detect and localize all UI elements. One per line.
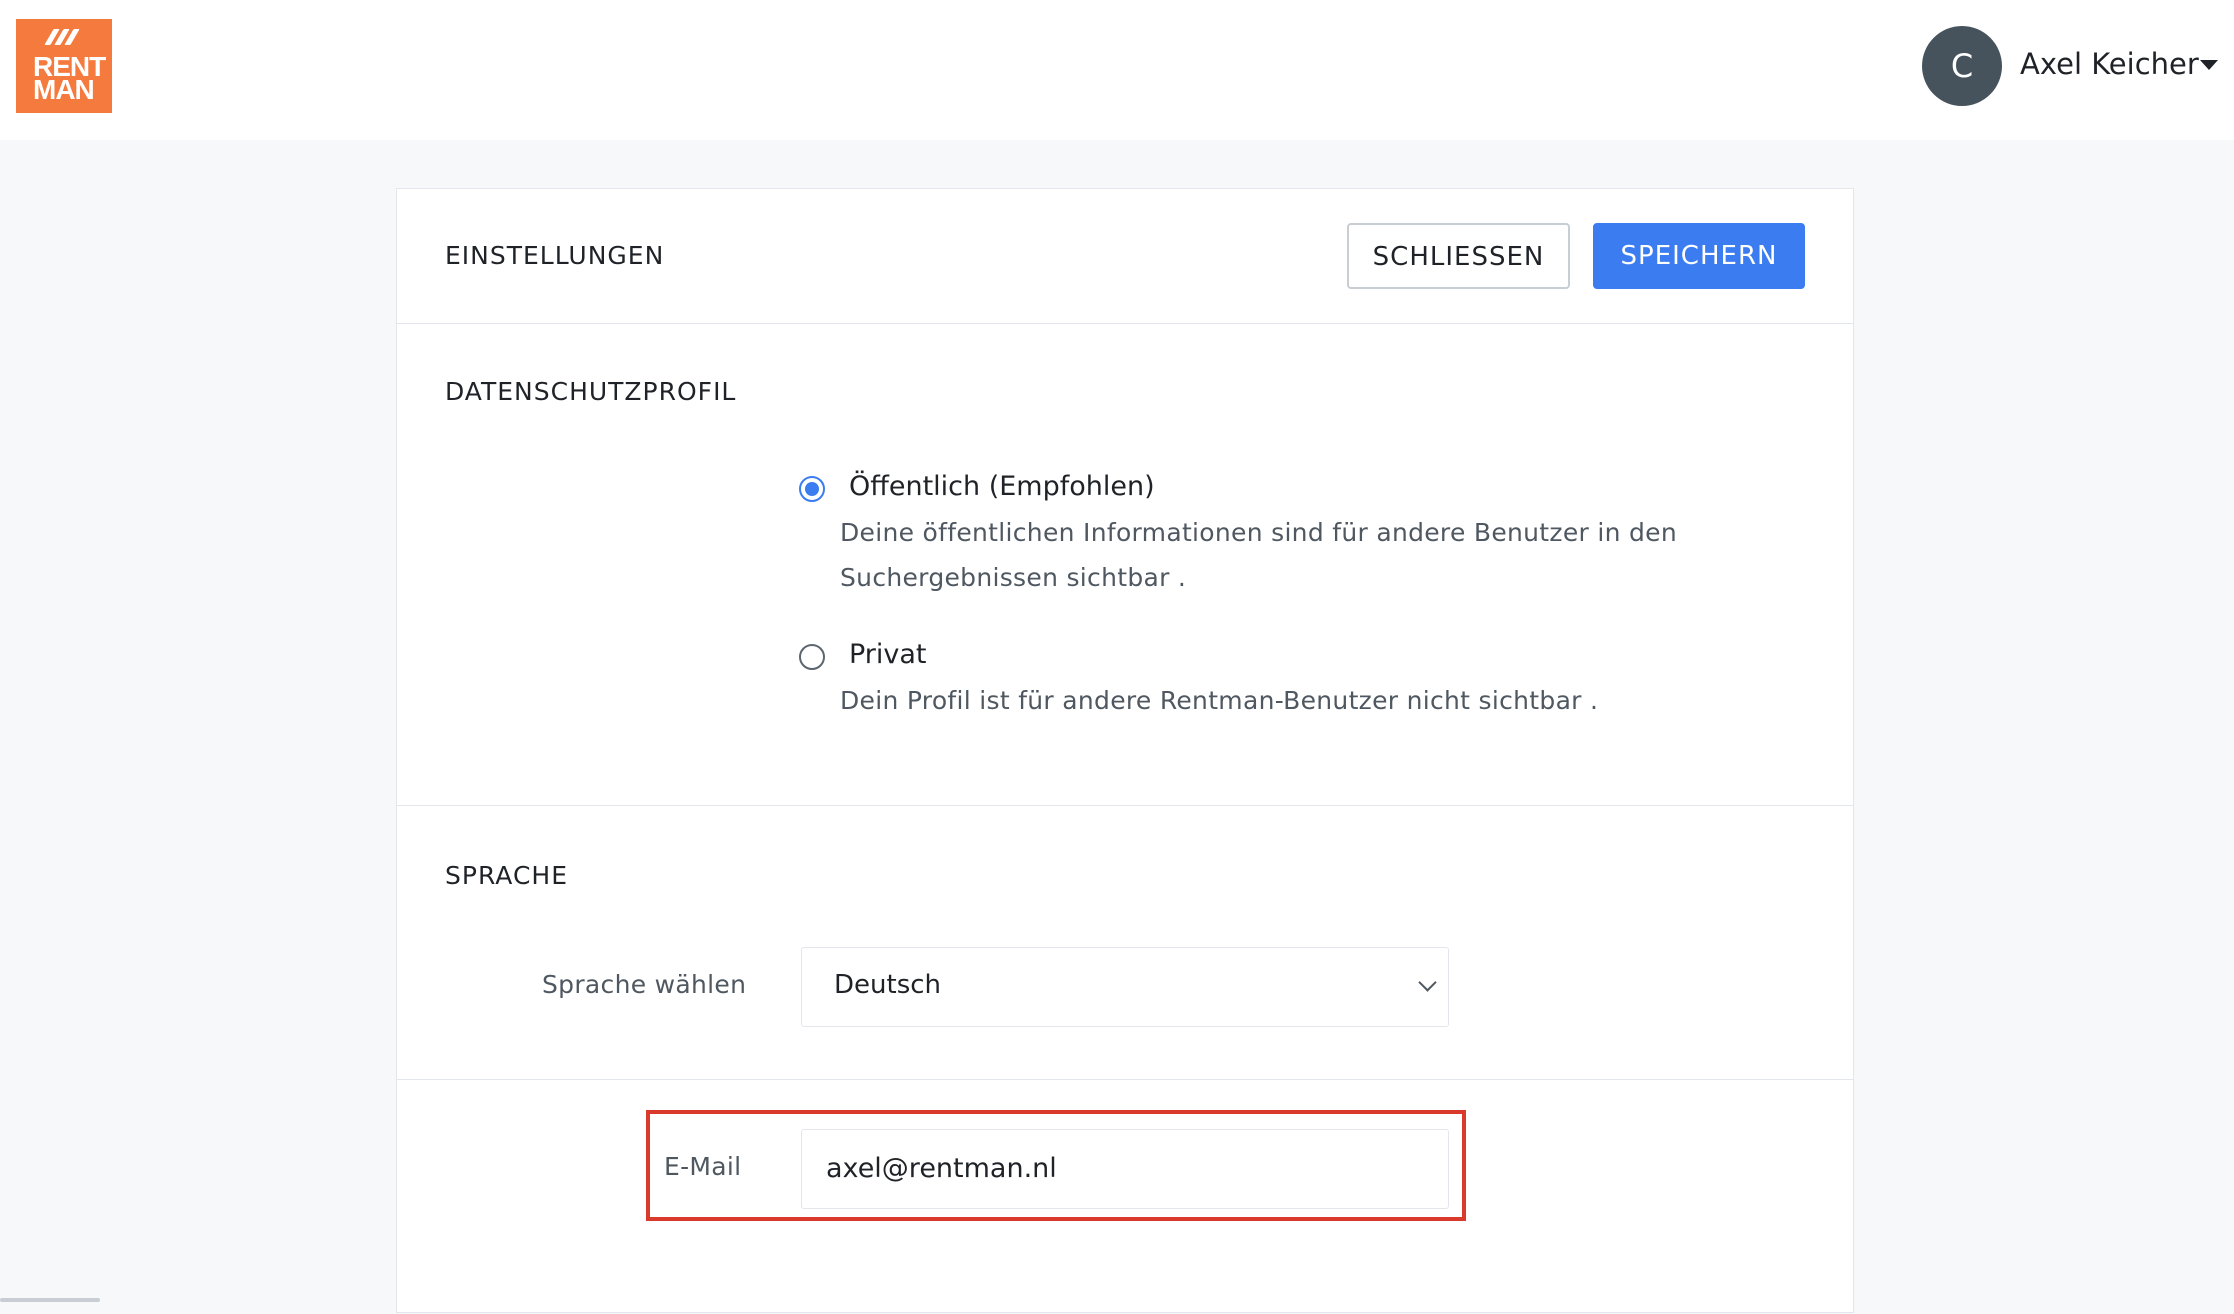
privacy-section: DATENSCHUTZPROFIL Öffentlich (Empfohlen)… — [397, 323, 1853, 806]
logo-marks-icon — [44, 29, 80, 50]
option-public-description-line2: Suchergebnissen sichtbar . — [840, 563, 1187, 592]
page-title: EINSTELLUNGEN — [445, 241, 665, 270]
user-menu-name[interactable]: Axel Keicher — [2020, 44, 2199, 84]
radio-private[interactable] — [799, 644, 825, 670]
email-section: E-Mail axel@rentman.nl — [397, 1079, 1853, 1314]
privacy-title: DATENSCHUTZPROFIL — [445, 377, 737, 406]
settings-card: EINSTELLUNGEN SCHLIESSEN SPEICHERN DATEN… — [396, 188, 1854, 1313]
close-button[interactable]: SCHLIESSEN — [1347, 223, 1570, 289]
language-label: Sprache wählen — [542, 970, 747, 999]
option-public-description: Deine öffentlichen Informationen sind fü… — [840, 510, 1677, 600]
rentman-logo[interactable]: RENT MAN — [16, 19, 112, 113]
chevron-down-icon — [1418, 973, 1437, 992]
save-button[interactable]: SPEICHERN — [1593, 223, 1805, 289]
email-field[interactable]: axel@rentman.nl — [801, 1129, 1449, 1209]
avatar[interactable]: C — [1922, 26, 2002, 106]
option-public-label[interactable]: Öffentlich (Empfohlen) — [849, 471, 1155, 502]
language-selected-value: Deutsch — [834, 970, 942, 1000]
scrollbar[interactable] — [0, 1298, 100, 1302]
language-select[interactable]: Deutsch — [801, 947, 1449, 1027]
radio-public[interactable] — [799, 476, 825, 502]
caret-down-icon[interactable] — [2200, 60, 2218, 70]
logo-text-line2: MAN — [33, 74, 95, 105]
option-public-description-line1: Deine öffentlichen Informationen sind fü… — [840, 518, 1677, 547]
option-private-label[interactable]: Privat — [849, 639, 927, 670]
settings-header: EINSTELLUNGEN SCHLIESSEN SPEICHERN — [397, 189, 1853, 324]
email-label: E-Mail — [664, 1152, 742, 1181]
language-title: SPRACHE — [445, 861, 569, 890]
language-section: SPRACHE Sprache wählen Deutsch — [397, 805, 1853, 1080]
top-bar: RENT MAN C Axel Keicher — [0, 0, 2234, 140]
option-private-description: Dein Profil ist für andere Rentman-Benut… — [840, 686, 1599, 715]
